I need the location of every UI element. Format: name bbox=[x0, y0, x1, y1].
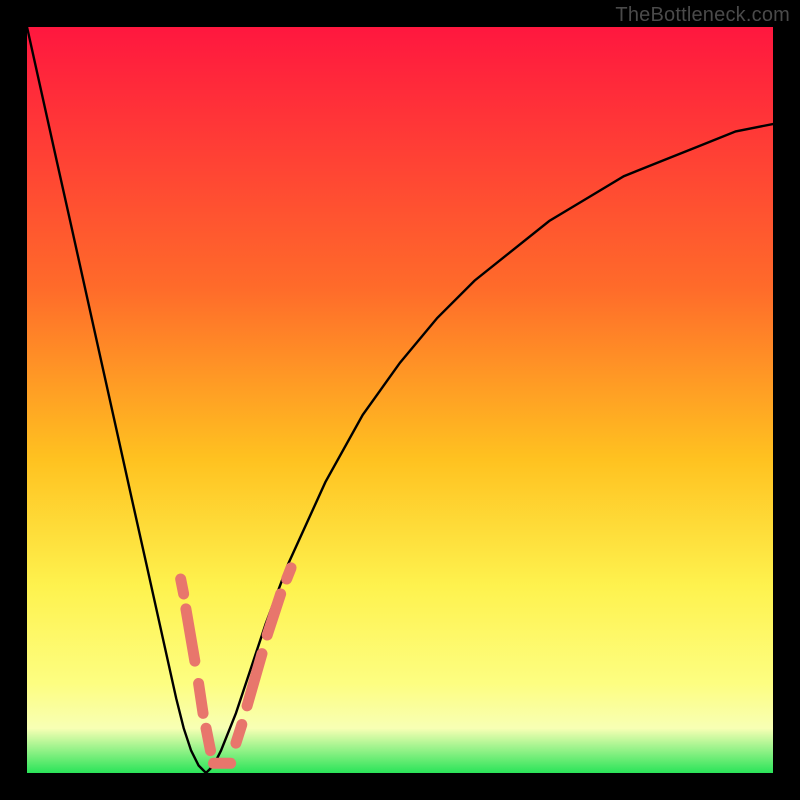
dash-segment bbox=[287, 568, 291, 579]
dash-segment bbox=[199, 683, 203, 713]
dash-segment bbox=[181, 579, 184, 594]
chart-svg bbox=[27, 27, 773, 773]
outer-frame: TheBottleneck.com bbox=[0, 0, 800, 800]
dash-segment bbox=[236, 725, 242, 744]
gradient-background bbox=[27, 27, 773, 773]
dash-segment bbox=[206, 728, 210, 750]
watermark-label: TheBottleneck.com bbox=[615, 4, 790, 27]
plot-area bbox=[27, 27, 773, 773]
